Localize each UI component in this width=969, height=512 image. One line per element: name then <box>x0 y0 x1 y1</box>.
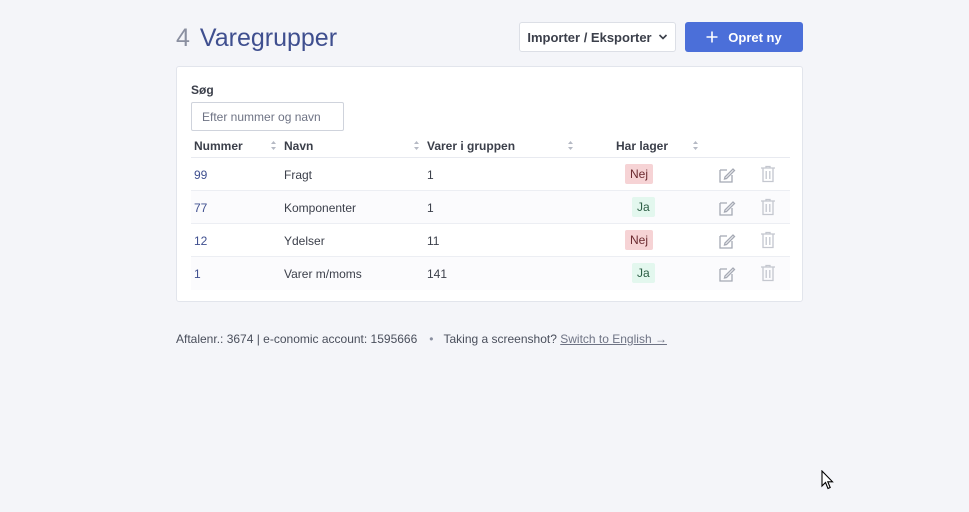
group-count: 4 <box>176 24 190 52</box>
cell-navn: Komponenter <box>284 201 357 215</box>
groups-table: Nummer Navn Varer i gruppen Har lager 99… <box>191 135 790 290</box>
create-new-button[interactable]: Opret ny <box>685 22 803 52</box>
table-row[interactable]: 12 Ydelser 11 Nej <box>191 224 790 257</box>
cell-varer: 11 <box>427 234 440 248</box>
column-header-nummer[interactable]: Nummer <box>194 139 243 153</box>
page-title: 4 Varegrupper <box>176 24 337 53</box>
status-badge: Nej <box>625 164 654 184</box>
cell-nummer[interactable]: 77 <box>194 201 207 215</box>
footer-separator: • <box>429 332 434 346</box>
plus-icon <box>706 31 718 43</box>
search-label: Søg <box>191 83 214 97</box>
page-header: 4 Varegrupper Importer / Eksporter Opret … <box>176 22 803 58</box>
status-badge: Nej <box>625 230 654 250</box>
status-badge: Ja <box>632 197 655 217</box>
sort-icon[interactable] <box>270 140 277 151</box>
trash-icon[interactable] <box>760 264 776 282</box>
table-row[interactable]: 1 Varer m/moms 141 Ja <box>191 257 790 290</box>
cell-varer: 1 <box>427 201 434 215</box>
cell-varer: 141 <box>427 267 448 281</box>
groups-card: Søg Nummer Navn Varer i gruppen Har lage… <box>176 66 803 302</box>
sort-icon[interactable] <box>567 140 574 151</box>
create-new-label: Opret ny <box>728 29 782 45</box>
edit-icon[interactable] <box>718 166 736 184</box>
table-header: Nummer Navn Varer i gruppen Har lager <box>191 135 790 158</box>
trash-icon[interactable] <box>760 231 776 249</box>
page-footer: Aftalenr.: 3674 | e-conomic account: 159… <box>176 332 667 346</box>
sort-icon[interactable] <box>413 140 420 151</box>
cell-navn: Ydelser <box>284 234 325 248</box>
table-row[interactable]: 77 Komponenter 1 Ja <box>191 191 790 224</box>
mouse-cursor-icon <box>821 470 834 490</box>
cell-nummer[interactable]: 99 <box>194 168 207 182</box>
account-info: Aftalenr.: 3674 | e-conomic account: 159… <box>176 332 418 346</box>
trash-icon[interactable] <box>760 165 776 183</box>
edit-icon[interactable] <box>718 232 736 250</box>
table-row[interactable]: 99 Fragt 1 Nej <box>191 158 790 191</box>
search-input[interactable] <box>191 102 344 131</box>
sort-icon[interactable] <box>692 140 699 151</box>
edit-icon[interactable] <box>718 265 736 283</box>
edit-icon[interactable] <box>718 199 736 217</box>
cell-varer: 1 <box>427 168 434 182</box>
column-header-navn[interactable]: Navn <box>284 139 313 153</box>
chevron-down-icon <box>658 34 667 40</box>
trash-icon[interactable] <box>760 198 776 216</box>
cell-nummer[interactable]: 1 <box>194 267 201 281</box>
column-header-varer[interactable]: Varer i gruppen <box>427 139 515 153</box>
import-export-button[interactable]: Importer / Eksporter <box>519 22 676 52</box>
switch-language-link[interactable]: Switch to English → <box>560 332 667 346</box>
column-header-lager[interactable]: Har lager <box>616 139 668 153</box>
import-export-label: Importer / Eksporter <box>527 29 652 45</box>
status-badge: Ja <box>632 263 655 283</box>
cell-navn: Varer m/moms <box>284 267 362 281</box>
screenshot-text: Taking a screenshot? <box>443 332 557 346</box>
cell-navn: Fragt <box>284 168 313 182</box>
page-title-text: Varegrupper <box>199 24 338 52</box>
cell-nummer[interactable]: 12 <box>194 234 207 248</box>
